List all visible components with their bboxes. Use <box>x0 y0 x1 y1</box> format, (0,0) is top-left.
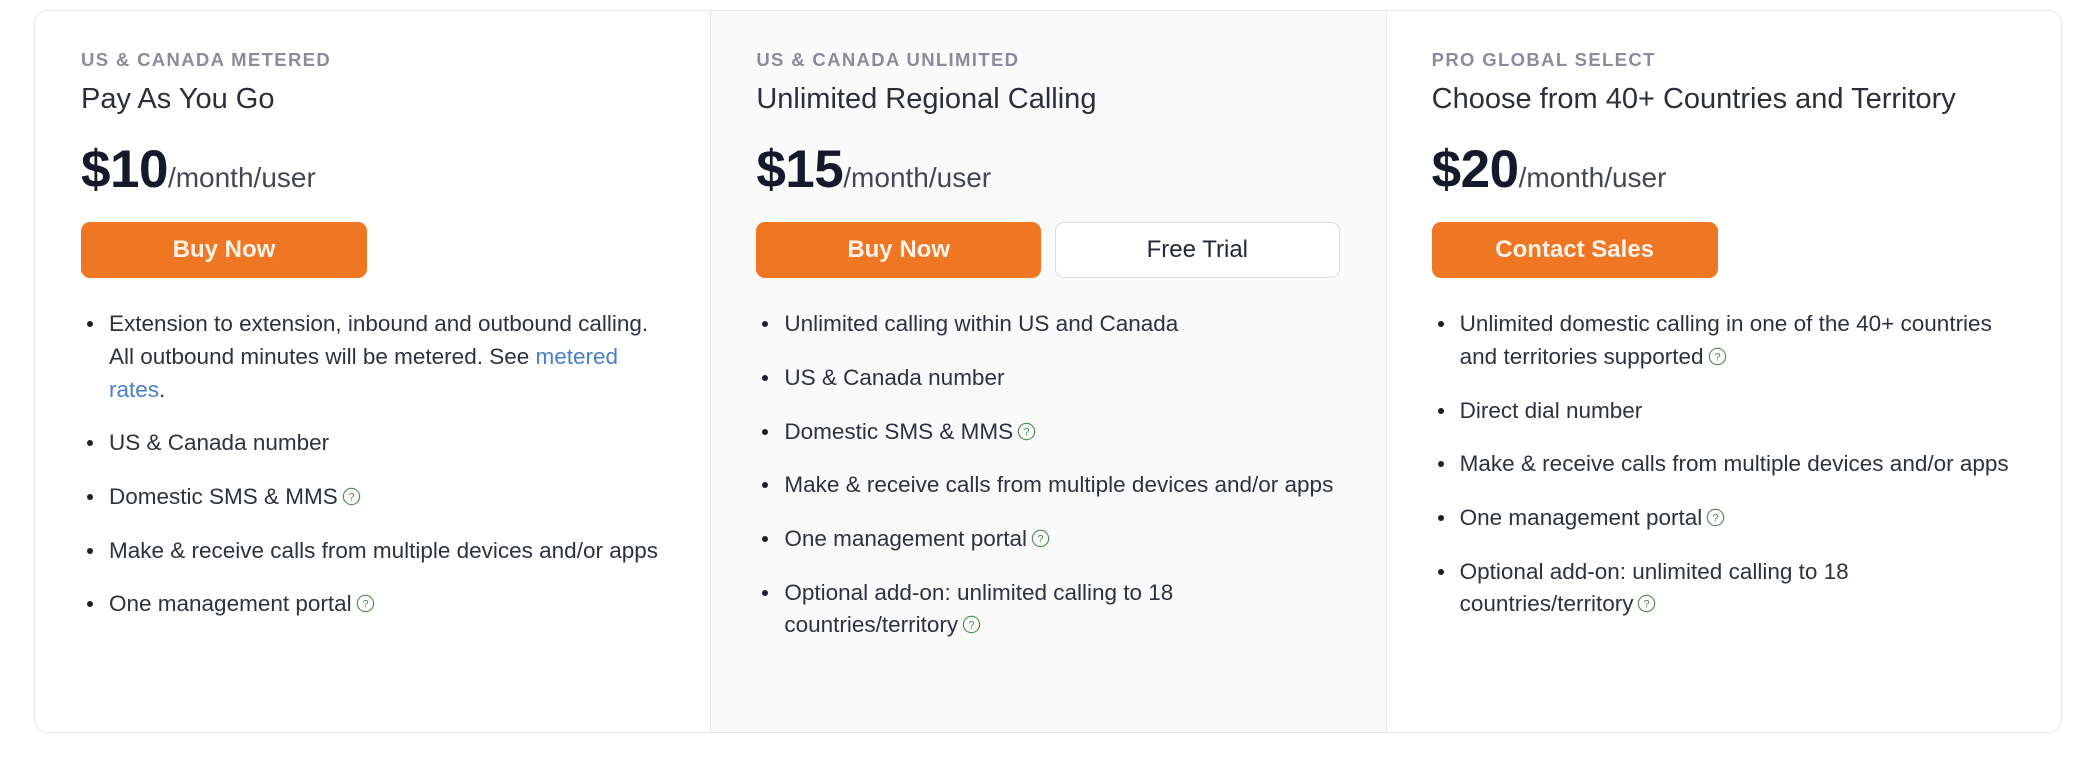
svg-text:?: ? <box>1714 352 1720 364</box>
feature-item: Domestic SMS & MMS? <box>81 481 664 514</box>
feature-item: Unlimited calling within US and Canada <box>756 308 1339 341</box>
price-amount: $20 <box>1431 140 1519 200</box>
feature-text-suffix: . <box>159 376 166 402</box>
plan-actions: Contact Sales <box>1431 222 2015 279</box>
price-period: /month/user <box>843 162 992 194</box>
plan-feature-list: Unlimited domestic calling in one of the… <box>1432 308 2015 620</box>
price-period: /month/user <box>1518 162 1667 194</box>
feature-item: Optional add-on: unlimited calling to 18… <box>756 577 1339 642</box>
price-amount: $10 <box>81 140 168 200</box>
svg-text:?: ? <box>1024 426 1030 438</box>
buy-now-button[interactable]: Buy Now <box>81 222 367 279</box>
svg-text:?: ? <box>1037 534 1043 546</box>
feature-text: One management portal <box>784 525 1027 551</box>
plan-feature-list: Extension to extension, inbound and outb… <box>81 308 664 620</box>
feature-text: Domestic SMS & MMS <box>784 418 1014 444</box>
svg-text:?: ? <box>969 620 975 632</box>
help-circle-icon[interactable]: ? <box>1637 594 1656 613</box>
svg-text:?: ? <box>348 492 354 504</box>
help-circle-icon[interactable]: ? <box>1708 347 1727 366</box>
plan-price: $20/month/user <box>1432 143 2015 196</box>
plan-eyebrow: US & Canada Metered <box>81 49 332 70</box>
feature-item: Make & receive calls from multiple devic… <box>756 469 1339 502</box>
feature-text: Direct dial number <box>1459 397 1643 423</box>
svg-text:?: ? <box>1713 513 1719 525</box>
plan-column-3: Pro Global Select Choose from 40+ Countri… <box>1385 11 2061 732</box>
feature-text: US & Canada number <box>784 365 1005 391</box>
feature-item: Direct dial number <box>1432 395 2015 428</box>
help-circle-icon[interactable]: ? <box>356 594 375 613</box>
feature-item: One management portal? <box>1432 502 2015 535</box>
feature-text: US & Canada number <box>109 430 330 456</box>
plan-actions: Buy Now <box>81 222 664 279</box>
plan-eyebrow: US & Canada Unlimited <box>756 49 1020 70</box>
feature-item: Unlimited domestic calling in one of the… <box>1432 308 2015 373</box>
price-period: /month/user <box>167 162 316 194</box>
help-circle-icon[interactable]: ? <box>1706 508 1725 527</box>
feature-item: Make & receive calls from multiple devic… <box>81 535 664 568</box>
price-amount: $15 <box>756 140 844 200</box>
help-circle-icon[interactable]: ? <box>1031 529 1050 548</box>
feature-text: Unlimited calling within US and Canada <box>784 311 1179 337</box>
feature-item: Make & receive calls from multiple devic… <box>1432 448 2015 481</box>
plan-title: Pay As You Go <box>81 83 275 116</box>
pricing-plans-card: US & Canada Metered Pay As You Go $10/mont… <box>34 10 2062 733</box>
feature-item: Domestic SMS & MMS? <box>756 416 1339 449</box>
feature-text: Make & receive calls from multiple devic… <box>784 472 1334 498</box>
feature-item: One management portal? <box>756 523 1339 556</box>
feature-item: One management portal? <box>81 588 664 621</box>
feature-text: One management portal <box>1459 504 1703 530</box>
plan-column-1: US & Canada Metered Pay As You Go $10/mont… <box>35 11 710 732</box>
feature-text: Make & receive calls from multiple devic… <box>1459 451 2009 477</box>
plan-actions: Buy Now Free Trial <box>756 222 1340 279</box>
plan-column-2: US & Canada Unlimited Unlimited Regional … <box>710 11 1386 732</box>
feature-text: Make & receive calls from multiple devic… <box>109 537 658 563</box>
plan-title: Choose from 40+ Countries and Territory <box>1431 83 1956 116</box>
plan-eyebrow: Pro Global Select <box>1431 49 1656 70</box>
svg-text:?: ? <box>362 599 368 611</box>
contact-sales-button[interactable]: Contact Sales <box>1431 222 1718 279</box>
feature-item: US & Canada number <box>81 427 664 460</box>
svg-text:?: ? <box>1644 599 1650 611</box>
help-circle-icon[interactable]: ? <box>342 487 361 506</box>
buy-now-button[interactable]: Buy Now <box>756 222 1041 279</box>
help-circle-icon[interactable]: ? <box>962 615 981 634</box>
plan-feature-list: Unlimited calling within US and Canada US… <box>756 308 1339 641</box>
plan-price: $10/month/user <box>81 143 664 196</box>
plan-price: $15/month/user <box>756 143 1339 196</box>
plan-title: Unlimited Regional Calling <box>756 83 1097 116</box>
free-trial-button[interactable]: Free Trial <box>1054 222 1340 279</box>
feature-text: Domestic SMS & MMS <box>109 483 338 509</box>
feature-item: Optional add-on: unlimited calling to 18… <box>1432 556 2015 621</box>
help-circle-icon[interactable]: ? <box>1017 422 1036 441</box>
feature-item: US & Canada number <box>756 362 1339 395</box>
feature-item: Extension to extension, inbound and outb… <box>81 308 664 406</box>
feature-text: One management portal <box>109 591 352 617</box>
